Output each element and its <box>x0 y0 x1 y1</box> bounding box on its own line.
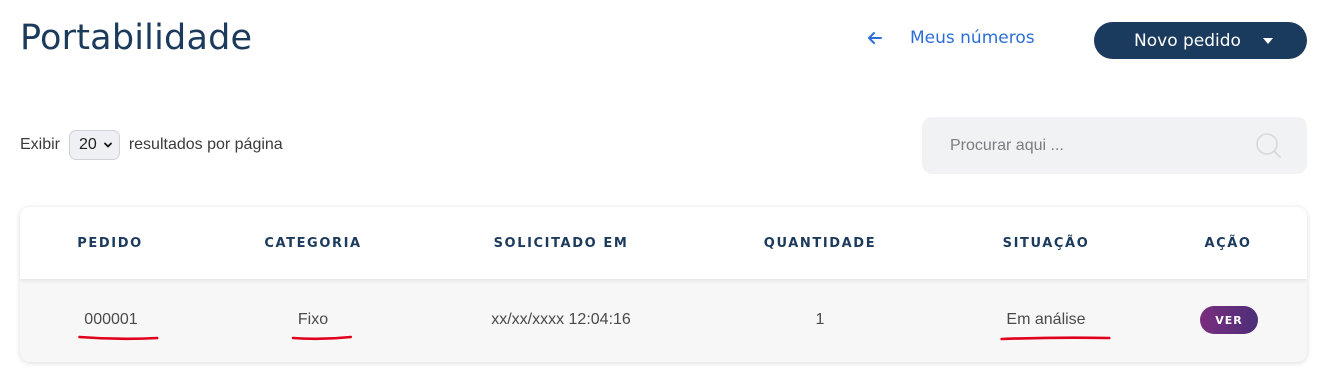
requested-at-cell: xx/xx/xxxx 12:04:16 <box>491 311 631 328</box>
orders-table: PEDIDO CATEGORIA SOLICITADO EM QUANTIDAD… <box>20 207 1307 362</box>
table-row <box>20 279 1307 362</box>
view-order-button[interactable]: VER <box>1200 306 1258 334</box>
column-header-acao: AÇÃO <box>1204 236 1252 251</box>
red-underline-mark <box>78 335 159 341</box>
status-cell: Em análise <box>1000 311 1111 341</box>
search-icon[interactable] <box>1255 132 1283 160</box>
order-number: 000001 <box>84 311 138 328</box>
table-header: PEDIDO CATEGORIA SOLICITADO EM QUANTIDAD… <box>20 207 1307 279</box>
search-input[interactable] <box>950 136 1255 155</box>
portability-page: Portabilidade Meus números Novo pedido E… <box>0 0 1335 390</box>
column-header-pedido: PEDIDO <box>77 236 143 251</box>
my-numbers-link[interactable]: Meus números <box>866 28 1035 48</box>
arrow-left-icon <box>868 32 882 44</box>
new-order-label: Novo pedido <box>1134 30 1241 51</box>
my-numbers-label: Meus números <box>910 28 1035 48</box>
column-header-quantidade: QUANTIDADE <box>763 236 877 251</box>
column-header-situacao: SITUAÇÃO <box>1002 236 1090 251</box>
column-header-categoria: CATEGORIA <box>264 236 362 251</box>
category-value: Fixo <box>297 311 329 328</box>
per-page-label: resultados por página <box>128 136 283 153</box>
chevron-down-icon <box>103 142 112 148</box>
red-underline-mark <box>1000 336 1111 341</box>
caret-down-icon <box>1262 37 1273 44</box>
category-cell: Fixo <box>291 311 352 341</box>
show-label: Exibir <box>20 136 61 153</box>
search-box <box>922 117 1307 174</box>
column-header-solicitado-em: SOLICITADO EM <box>493 236 629 251</box>
page-size-select[interactable]: 20 <box>69 130 120 160</box>
page-title: Portabilidade <box>20 18 253 58</box>
red-underline-mark <box>291 335 352 341</box>
new-order-button[interactable]: Novo pedido <box>1094 22 1307 59</box>
page-size-value: 20 <box>79 136 97 153</box>
quantity-cell: 1 <box>815 311 825 328</box>
page-size-control: Exibir 20 resultados por página <box>20 130 283 160</box>
status-value: Em análise <box>1006 311 1086 328</box>
order-number-cell: 000001 <box>78 311 159 341</box>
